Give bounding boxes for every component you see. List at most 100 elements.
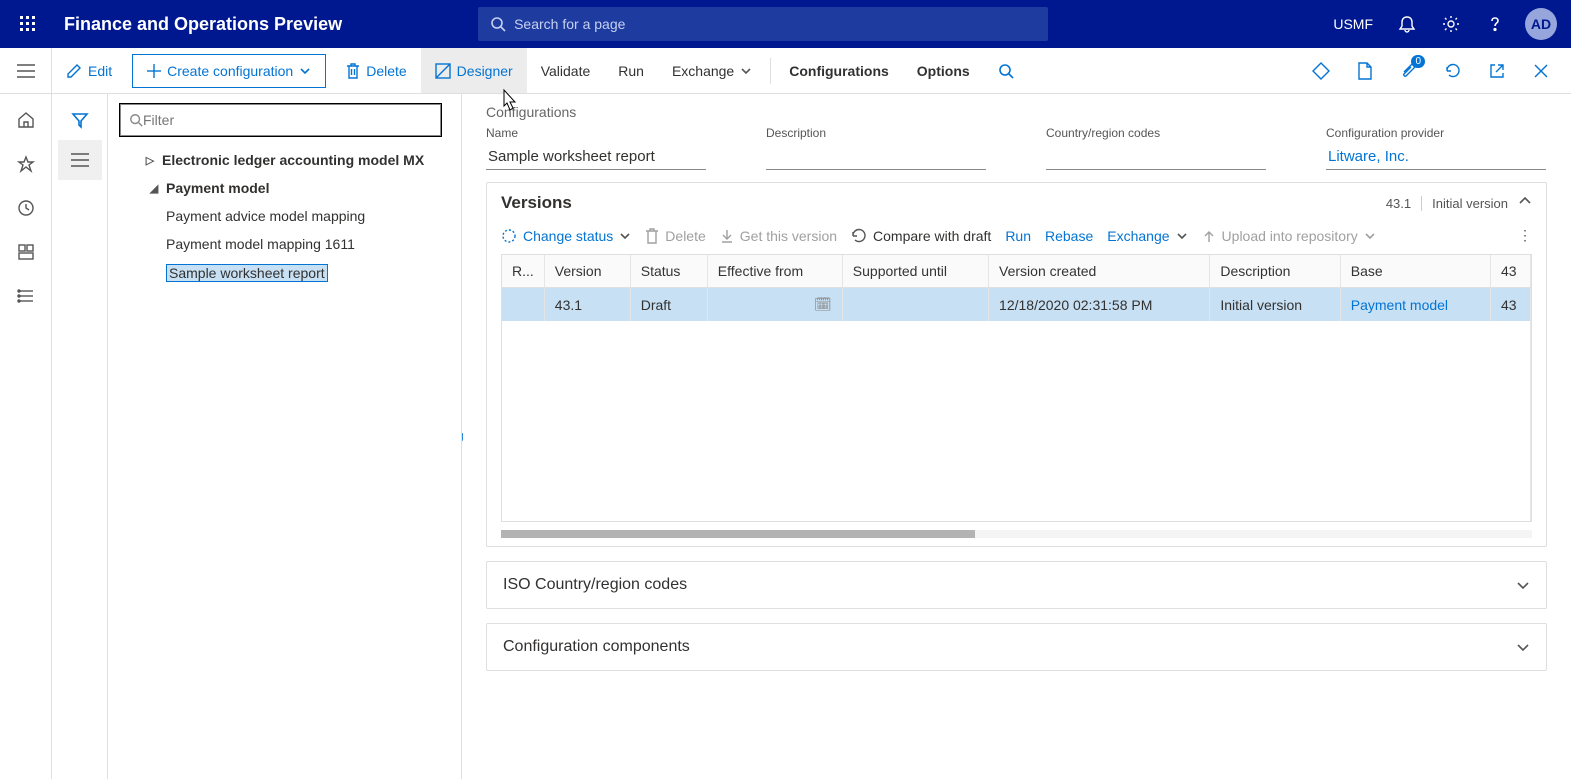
cell-description[interactable]: Initial version — [1210, 288, 1340, 322]
favorites-icon[interactable] — [4, 144, 48, 184]
col-effective[interactable]: Effective from — [707, 255, 842, 288]
caret-down-icon: ◢ — [148, 182, 160, 195]
find-button[interactable] — [984, 48, 1028, 93]
download-icon — [720, 229, 734, 243]
provider-label: Configuration provider — [1326, 126, 1546, 140]
cell-created[interactable]: 12/18/2020 02:31:58 PM — [989, 288, 1210, 322]
modules-icon[interactable] — [4, 276, 48, 316]
nav-toggle-icon[interactable] — [0, 48, 52, 93]
cell-version[interactable]: 43.1 — [544, 288, 630, 322]
chevron-down-icon — [1176, 230, 1188, 242]
home-icon[interactable] — [4, 100, 48, 140]
create-configuration-button[interactable]: Create configuration — [132, 54, 326, 88]
provider-field[interactable]: Litware, Inc. — [1326, 144, 1546, 170]
col-r[interactable]: R... — [502, 255, 544, 288]
edit-button[interactable]: Edit — [52, 48, 126, 93]
version-exchange-button[interactable]: Exchange — [1107, 228, 1187, 244]
search-placeholder: Search for a page — [514, 16, 625, 32]
cell-supported[interactable] — [842, 288, 988, 322]
chevron-down-icon — [740, 65, 752, 77]
options-tab[interactable]: Options — [903, 48, 984, 93]
pencil-icon — [66, 63, 82, 79]
versions-title: Versions — [501, 193, 572, 213]
overflow-icon[interactable]: ⋮ — [1518, 227, 1532, 244]
search-icon — [998, 63, 1014, 79]
attachments-icon[interactable]: 0 — [1389, 51, 1429, 91]
region-field[interactable] — [1046, 144, 1266, 170]
col-version[interactable]: Version — [544, 255, 630, 288]
change-status-icon — [501, 228, 517, 244]
configurations-tab[interactable]: Configurations — [775, 48, 903, 93]
company-selector[interactable]: USMF — [1323, 16, 1383, 32]
diamond-icon[interactable] — [1301, 51, 1341, 91]
cell-status[interactable]: Draft — [630, 288, 707, 322]
rebase-button[interactable]: Rebase — [1045, 228, 1093, 244]
workspaces-icon[interactable] — [4, 232, 48, 272]
horizontal-scrollbar[interactable] — [501, 530, 1532, 538]
popout-icon[interactable] — [1477, 51, 1517, 91]
col-base-ver[interactable]: 43 — [1491, 255, 1531, 288]
designer-button[interactable]: Designer — [421, 48, 527, 93]
calendar-icon[interactable]: 🗓 — [814, 296, 832, 313]
cell-base[interactable]: Payment model — [1340, 288, 1490, 322]
breadcrumb: Configurations — [486, 104, 1547, 120]
close-icon[interactable] — [1521, 51, 1561, 91]
description-field[interactable] — [766, 144, 986, 170]
search-box[interactable]: Search for a page — [478, 7, 1048, 41]
collapse-icon[interactable] — [1518, 193, 1532, 213]
app-title: Finance and Operations Preview — [48, 14, 358, 35]
col-supported[interactable]: Supported until — [842, 255, 988, 288]
chevron-down-icon — [299, 65, 311, 77]
filter-icon[interactable] — [58, 100, 102, 140]
version-delete-button[interactable]: Delete — [645, 228, 705, 244]
region-label: Country/region codes — [1046, 126, 1266, 140]
change-status-button[interactable]: Change status — [501, 228, 631, 244]
delete-button[interactable]: Delete — [332, 48, 420, 93]
name-field[interactable]: Sample worksheet report — [486, 144, 706, 170]
tree-filter-input[interactable] — [143, 112, 432, 128]
help-icon[interactable] — [1475, 4, 1515, 44]
plus-icon — [147, 64, 161, 78]
settings-icon[interactable] — [1431, 4, 1471, 44]
tree-item-sample-worksheet-report[interactable]: Sample worksheet report — [116, 258, 453, 288]
search-icon — [490, 16, 506, 32]
validate-button[interactable]: Validate — [527, 48, 605, 93]
document-icon[interactable] — [1345, 51, 1385, 91]
tree-item-ledger-model[interactable]: ▷Electronic ledger accounting model MX — [116, 146, 453, 174]
upload-repository-button[interactable]: Upload into repository — [1202, 228, 1376, 244]
tree-item-payment-advice-mapping[interactable]: Payment advice model mapping — [116, 202, 453, 230]
description-label: Description — [766, 126, 986, 140]
grid-row[interactable]: 43.1 Draft 🗓 12/18/2020 02:31:58 PM Init… — [502, 288, 1531, 322]
versions-grid[interactable]: R... Version Status Effective from Suppo… — [501, 254, 1532, 522]
exchange-button[interactable]: Exchange — [658, 48, 766, 93]
splitter-handle[interactable]: ▮ — [462, 431, 464, 442]
refresh-icon[interactable] — [1433, 51, 1473, 91]
versions-panel: Versions 43.1 Initial version Change sta… — [486, 182, 1547, 547]
attachment-badge: 0 — [1411, 55, 1425, 68]
get-version-button[interactable]: Get this version — [720, 228, 837, 244]
col-base[interactable]: Base — [1340, 255, 1490, 288]
notifications-icon[interactable] — [1387, 4, 1427, 44]
components-title: Configuration components — [503, 638, 690, 656]
tree-item-payment-model[interactable]: ◢Payment model — [116, 174, 453, 202]
name-label: Name — [486, 126, 706, 140]
compare-button[interactable]: Compare with draft — [851, 228, 991, 244]
iso-region-panel[interactable]: ISO Country/region codes — [486, 561, 1547, 609]
col-created[interactable]: Version created — [989, 255, 1210, 288]
cell-effective[interactable]: 🗓 — [707, 288, 842, 322]
list-view-icon[interactable] — [58, 140, 102, 180]
user-avatar[interactable]: AD — [1525, 8, 1557, 40]
components-panel[interactable]: Configuration components — [486, 623, 1547, 671]
tree-filter[interactable] — [120, 104, 441, 136]
recent-icon[interactable] — [4, 188, 48, 228]
col-description[interactable]: Description — [1210, 255, 1340, 288]
app-launcher-icon[interactable] — [8, 4, 48, 44]
chevron-down-icon — [1516, 578, 1530, 592]
tree-item-payment-mapping-1611[interactable]: Payment model mapping 1611 — [116, 230, 453, 258]
cell-base-ver[interactable]: 43 — [1491, 288, 1531, 322]
col-status[interactable]: Status — [630, 255, 707, 288]
separator — [770, 58, 771, 84]
run-button[interactable]: Run — [604, 48, 658, 93]
version-run-button[interactable]: Run — [1005, 228, 1031, 244]
search-icon — [129, 113, 143, 127]
